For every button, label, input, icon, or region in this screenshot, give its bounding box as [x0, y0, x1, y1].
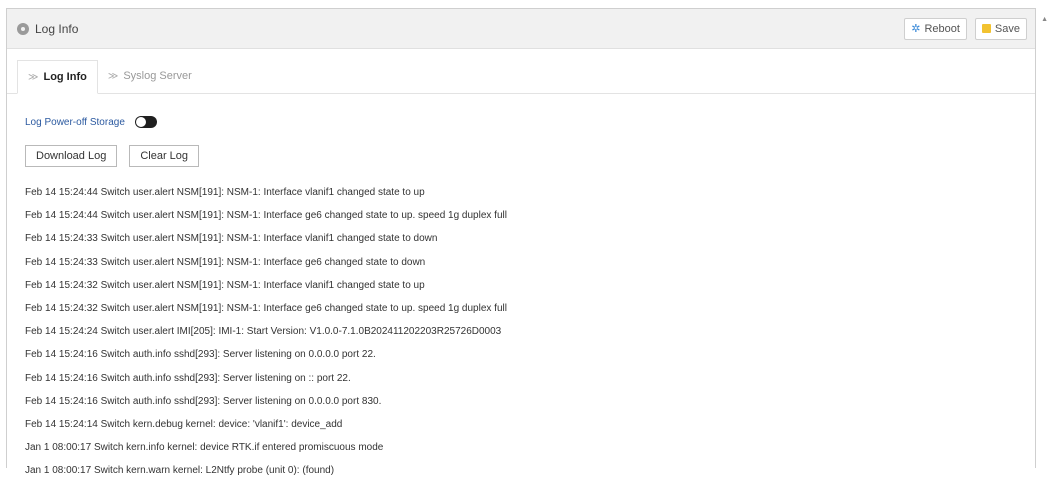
tab-log-info-label: Log Info: [43, 71, 87, 83]
chevron-right-icon: ≫: [107, 70, 119, 82]
reboot-label: Reboot: [924, 22, 960, 35]
log-entry: Feb 14 15:24:16 Switch auth.info sshd[29…: [25, 372, 351, 384]
log-info-panel: Log Info ✲ Reboot Save ≫ Log Info ≫ Sysl…: [6, 8, 1036, 476]
log-entry: Feb 14 15:24:44 Switch user.alert NSM[19…: [25, 210, 507, 222]
log-entry: Feb 14 15:24:32 Switch user.alert NSM[19…: [25, 302, 507, 314]
log-entry: Feb 14 15:24:32 Switch user.alert NSM[19…: [25, 279, 425, 291]
storage-label: Log Power-off Storage: [25, 116, 125, 128]
tab-syslog-server-label: Syslog Server: [123, 70, 192, 82]
chevron-right-icon: ≫: [28, 71, 39, 83]
log-content: Log Power-off Storage Download Log Clear…: [7, 115, 1035, 482]
header-actions: ✲ Reboot Save: [904, 17, 1027, 40]
log-entry: Feb 14 15:24:16 Switch auth.info sshd[29…: [25, 349, 376, 361]
reboot-icon: ✲: [911, 23, 921, 35]
tab-log-info[interactable]: ≫ Log Info: [17, 60, 98, 94]
save-label: Save: [994, 22, 1020, 35]
toggle-knob: [135, 117, 146, 127]
log-actions: Download Log Clear Log: [25, 145, 1017, 167]
log-entry: Jan 1 08:00:17 Switch kern.warn kernel: …: [25, 465, 335, 477]
reboot-button[interactable]: ✲ Reboot: [904, 17, 967, 40]
log-entry: Feb 14 15:24:14 Switch kern.debug kernel…: [25, 418, 343, 430]
log-list: Feb 14 15:24:44 Switch user.alert NSM[19…: [25, 181, 1017, 482]
log-entry: Feb 14 15:24:16 Switch auth.info sshd[29…: [25, 395, 382, 407]
panel-title: Log Info: [35, 21, 79, 36]
log-entry: Feb 14 15:24:33 Switch user.alert NSM[19…: [25, 256, 426, 268]
tab-syslog-server[interactable]: ≫ Syslog Server: [98, 59, 202, 93]
scroll-up-arrow-icon[interactable]: ▲: [1041, 16, 1048, 23]
save-icon: [981, 24, 991, 33]
tab-bar: ≫ Log Info ≫ Syslog Server: [7, 59, 1035, 94]
clear-log-button[interactable]: Clear Log: [129, 145, 200, 167]
download-log-button[interactable]: Download Log: [25, 145, 118, 167]
log-info-icon: [17, 22, 29, 35]
storage-setting: Log Power-off Storage: [25, 115, 1017, 129]
panel-header: Log Info ✲ Reboot Save: [7, 9, 1035, 49]
log-entry: Feb 14 15:24:44 Switch user.alert NSM[19…: [25, 187, 425, 198]
storage-toggle[interactable]: [134, 116, 157, 128]
log-entry: Feb 14 15:24:33 Switch user.alert NSM[19…: [25, 233, 438, 245]
save-button[interactable]: Save: [974, 17, 1027, 40]
log-entry: Jan 1 08:00:17 Switch kern.info kernel: …: [25, 442, 384, 454]
log-entry: Feb 14 15:24:24 Switch user.alert IMI[20…: [25, 326, 502, 338]
